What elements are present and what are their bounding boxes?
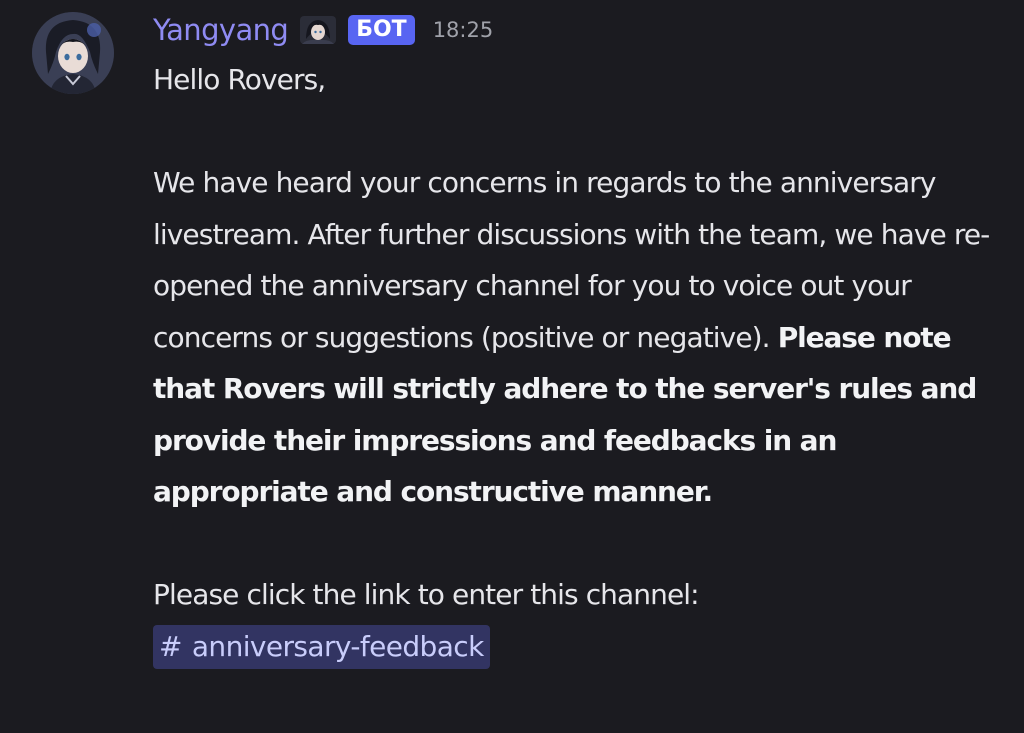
channel-mention-row: # anniversary-feedback bbox=[153, 621, 1013, 673]
channel-mention-name: anniversary-feedback bbox=[191, 629, 484, 663]
bot-tag: БОТ bbox=[348, 15, 415, 45]
author-username[interactable]: Yangyang bbox=[153, 13, 289, 47]
character-avatar-icon bbox=[32, 12, 114, 94]
channel-mention-link[interactable]: # anniversary-feedback bbox=[153, 624, 490, 669]
hash-icon: # bbox=[159, 629, 182, 663]
link-prompt-text: Please click the link to enter this chan… bbox=[153, 578, 700, 611]
greeting-text: Hello Rovers, bbox=[153, 63, 326, 96]
message-paragraph: We have heard your concerns in regards t… bbox=[153, 157, 1013, 518]
chat-message: Yangyang БОТ 18:25 Hello Rovers, We have… bbox=[0, 0, 1024, 733]
author-avatar[interactable] bbox=[32, 12, 114, 94]
character-role-icon[interactable] bbox=[296, 13, 340, 47]
message-content: Hello Rovers, We have heard your concern… bbox=[153, 54, 1013, 672]
message-timestamp[interactable]: 18:25 bbox=[433, 18, 494, 42]
message-header: Yangyang БОТ 18:25 bbox=[153, 8, 493, 52]
